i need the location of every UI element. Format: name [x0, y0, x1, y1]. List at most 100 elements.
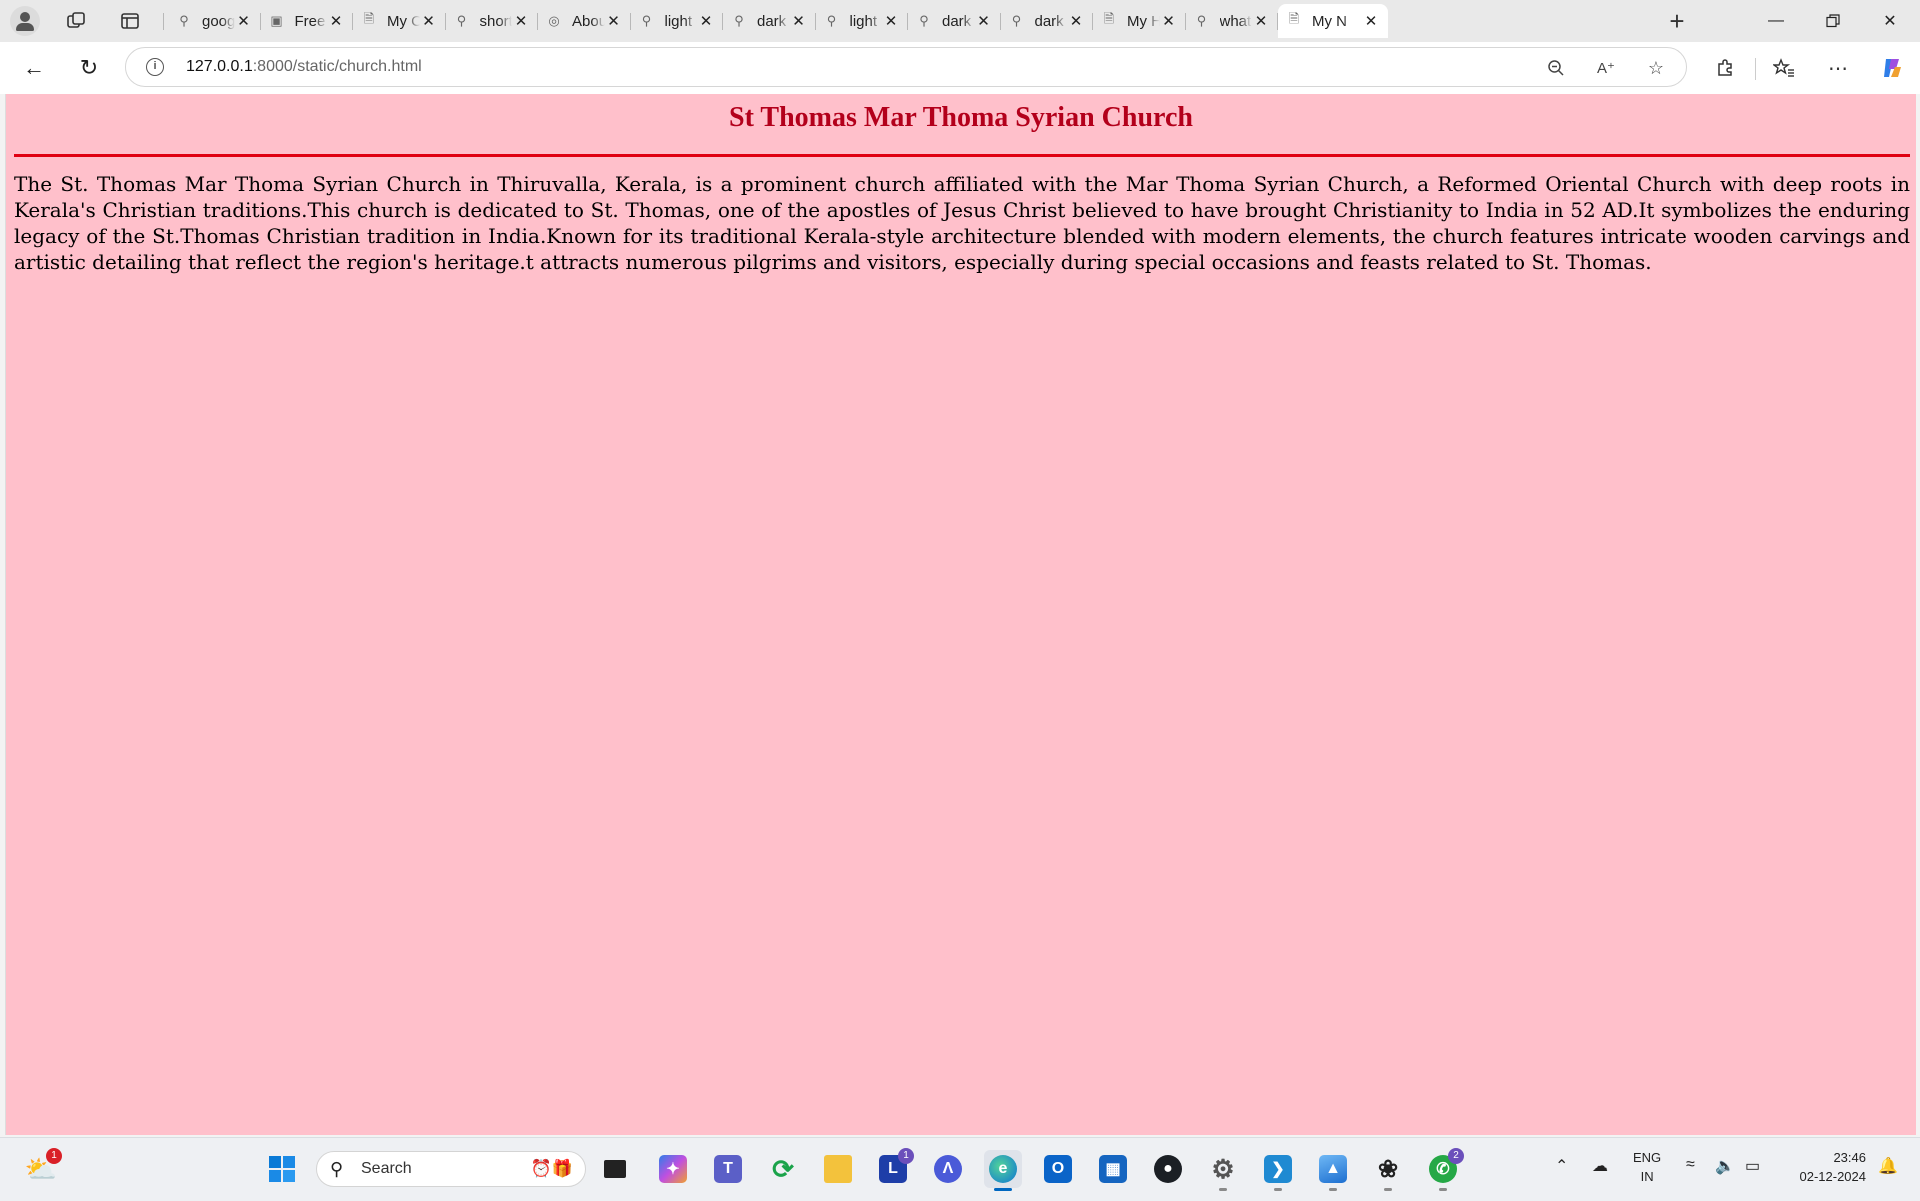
address-bar-row: ← ↻ i 127.0.0.1:8000/static/church.html …: [0, 42, 1920, 94]
tab[interactable]: ⚲ dark b✕: [1001, 4, 1093, 38]
whatsapp-app[interactable]: ✆ 2: [1424, 1148, 1464, 1191]
profile-icon[interactable]: [10, 6, 40, 36]
loop-app[interactable]: ⟳: [764, 1150, 802, 1188]
notification-bell-icon[interactable]: 🔔: [1878, 1156, 1898, 1176]
weather-widget[interactable]: ⛅ 1: [22, 1148, 62, 1188]
whatsapp-badge: 2: [1448, 1148, 1464, 1164]
edge-app[interactable]: e: [984, 1150, 1022, 1191]
extensions-icon[interactable]: [1709, 52, 1741, 84]
search-highlight-icon: ⏰🎁: [530, 1159, 573, 1178]
tab-label: dark b: [1034, 12, 1068, 30]
site-info-icon[interactable]: i: [146, 58, 164, 76]
tab-label: light y: [849, 12, 883, 30]
tab[interactable]: 🗎 My Ci✕: [353, 4, 446, 38]
tab-label: short: [479, 12, 513, 30]
vscode-app[interactable]: ❯: [1259, 1150, 1297, 1191]
page-title: St Thomas Mar Thoma Syrian Church: [729, 102, 1193, 133]
tab-close-icon[interactable]: ✕: [1160, 12, 1178, 30]
tab-close-icon[interactable]: ✕: [1362, 12, 1380, 30]
onedrive-cloud-icon[interactable]: ☁: [1592, 1156, 1608, 1176]
gear-icon: ⚙: [1211, 1153, 1235, 1184]
tab-search-icon: ⚲: [641, 13, 652, 28]
tab-close-icon[interactable]: ✕: [697, 12, 715, 30]
copilot-icon[interactable]: [1876, 52, 1908, 84]
settings-app[interactable]: ⚙: [1204, 1150, 1242, 1191]
minimize-button[interactable]: —: [1748, 0, 1804, 42]
search-icon: ⚲: [330, 1159, 344, 1179]
tab[interactable]: ⚲ short ✕: [446, 4, 538, 38]
task-view-button[interactable]: [596, 1150, 634, 1188]
copilot-app[interactable]: ✦: [654, 1150, 692, 1188]
tab[interactable]: ⚲ light c✕: [631, 4, 723, 38]
openai-icon: ❀: [1377, 1155, 1399, 1183]
tab-close-icon[interactable]: ✕: [327, 12, 345, 30]
tab[interactable]: ⚲ light y✕: [816, 4, 908, 38]
back-button[interactable]: ←: [18, 52, 50, 84]
tab[interactable]: ⚲ what ✕: [1186, 4, 1278, 38]
teams-app[interactable]: T: [709, 1150, 747, 1188]
close-window-button[interactable]: ✕: [1862, 0, 1918, 42]
tab-close-icon[interactable]: ✕: [1067, 12, 1085, 30]
tab[interactable]: ◎ About✕: [538, 4, 631, 38]
tab-active[interactable]: 🗎 My N ✕: [1278, 4, 1388, 38]
tab-close-icon[interactable]: ✕: [512, 12, 530, 30]
church-description: The St. Thomas Mar Thoma Syrian Church i…: [14, 172, 1910, 274]
tab-label: My N: [1312, 12, 1347, 30]
new-tab-button[interactable]: +: [1662, 6, 1692, 36]
photos-app[interactable]: ▲: [1314, 1150, 1352, 1191]
tab-close-icon[interactable]: ✕: [235, 12, 253, 30]
tab[interactable]: ⚲ dark b✕: [723, 4, 816, 38]
tab-strip: ⚲google✕▣Free C✕🗎My Ci✕⚲short✕◎About✕⚲li…: [0, 0, 1920, 42]
tab-page-icon: 🗎: [1103, 11, 1115, 26]
tab-image-icon: ▣: [270, 13, 283, 28]
taskbar-search[interactable]: ⚲ Search ⏰🎁: [316, 1151, 586, 1187]
zoom-out-icon[interactable]: [1544, 56, 1568, 80]
battery-icon[interactable]: ▭: [1745, 1156, 1760, 1176]
read-aloud-icon[interactable]: A⁺: [1594, 56, 1618, 80]
photo-icon: ▲: [1319, 1155, 1347, 1183]
tab[interactable]: ⚲ dark y✕: [908, 4, 1001, 38]
tab-close-icon[interactable]: ✕: [605, 12, 623, 30]
teams-icon: T: [714, 1155, 742, 1183]
show-hidden-icons-chevron-icon[interactable]: ⌃: [1555, 1156, 1568, 1176]
tab-close-icon[interactable]: ✕: [790, 12, 808, 30]
arc-app[interactable]: Λ: [929, 1150, 967, 1188]
tab-search-icon: ⚲: [456, 13, 467, 28]
favorites-icon[interactable]: [1768, 52, 1800, 84]
volume-icon[interactable]: 🔈: [1715, 1156, 1735, 1176]
tab-search-icon: ⚲: [179, 13, 189, 28]
favorite-star-icon[interactable]: ☆: [1644, 56, 1668, 80]
chatgpt-app[interactable]: ❀: [1369, 1150, 1407, 1191]
tab-close-icon[interactable]: ✕: [420, 12, 438, 30]
lens-app[interactable]: L 1: [874, 1148, 914, 1188]
tab[interactable]: ▣ Free C✕: [261, 4, 353, 38]
restore-button[interactable]: [1805, 0, 1861, 42]
url-text[interactable]: 127.0.0.1:8000/static/church.html: [186, 58, 422, 76]
file-explorer-app[interactable]: [819, 1150, 857, 1188]
lens-badge: 1: [898, 1148, 914, 1164]
vertical-tabs-icon[interactable]: [118, 9, 142, 33]
more-menu-icon[interactable]: ⋯: [1822, 52, 1854, 84]
wifi-icon[interactable]: ≈: [1686, 1156, 1695, 1174]
language-indicator[interactable]: ENG IN: [1633, 1148, 1661, 1186]
start-button[interactable]: [263, 1150, 301, 1188]
address-bar[interactable]: i 127.0.0.1:8000/static/church.html A⁺ ☆: [125, 47, 1687, 87]
tab[interactable]: ⚲ google✕: [168, 4, 261, 38]
tab-close-icon[interactable]: ✕: [975, 12, 993, 30]
tab-close-icon[interactable]: ✕: [1252, 12, 1270, 30]
clock[interactable]: 23:46 02-12-2024: [1780, 1148, 1867, 1186]
tab-label: My Ci: [387, 12, 420, 30]
tab-search-icon: ⚲: [1011, 13, 1022, 28]
github-app[interactable]: ●: [1149, 1150, 1187, 1188]
tab-label: dark b: [757, 12, 790, 30]
tab-close-icon[interactable]: ✕: [882, 12, 900, 30]
refresh-circle-icon: ⟳: [772, 1153, 794, 1184]
refresh-button[interactable]: ↻: [73, 52, 105, 84]
tab-search-icon: ⚲: [919, 13, 929, 28]
outlook-app[interactable]: O: [1039, 1150, 1077, 1188]
workspaces-icon[interactable]: [64, 9, 88, 33]
folder-icon: [824, 1155, 852, 1183]
store-app[interactable]: ▦: [1094, 1150, 1132, 1188]
copilot-app-icon: ✦: [659, 1155, 687, 1183]
tab[interactable]: 🗎 My H ✕: [1093, 4, 1186, 38]
